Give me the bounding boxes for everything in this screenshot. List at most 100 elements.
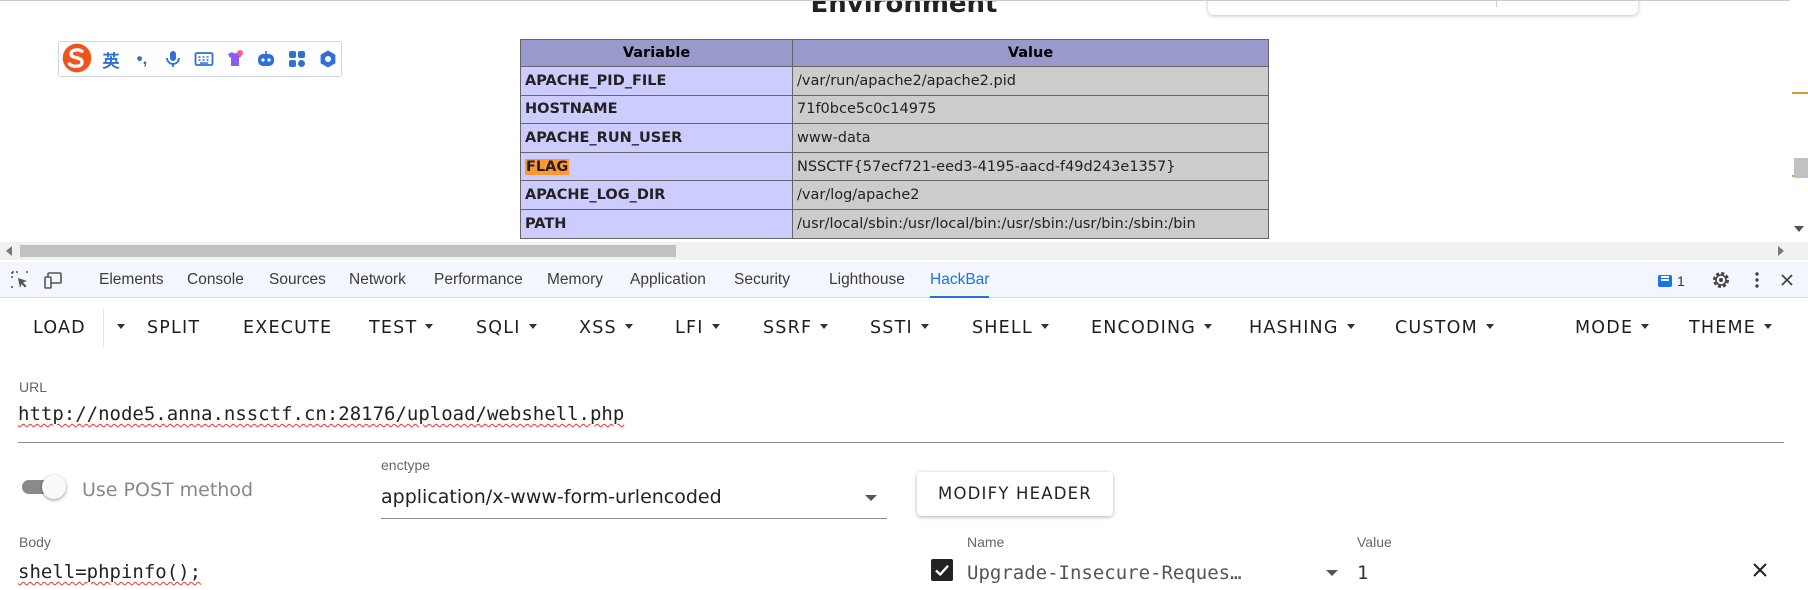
hackbar-toolbar: LOAD SPLIT EXECUTE TEST SQLI XSS LFI SSR… (0, 299, 1808, 357)
hashing-menu-label: HASHING (1249, 318, 1339, 338)
chevron-down-icon (1485, 323, 1494, 329)
vertical-scroll-thumb[interactable] (1794, 158, 1808, 178)
chevron-down-icon (1204, 323, 1213, 329)
punctuation-toggle[interactable]: •, (129, 47, 155, 71)
lfi-menu-label: LFI (675, 318, 704, 338)
chevron-down-icon (624, 323, 633, 329)
post-method-label: Use POST method (82, 479, 254, 501)
theme-menu-label: THEME (1689, 318, 1757, 338)
scroll-left-arrow-icon[interactable] (6, 246, 12, 256)
tab-performance[interactable]: Performance (434, 262, 523, 298)
theme-menu[interactable]: THEME (1689, 316, 1773, 340)
test-menu-label: TEST (369, 318, 418, 338)
page-viewport: Environment 英 •, Variable Value APACHE_P… (0, 0, 1808, 242)
chevron-down-icon (528, 323, 537, 329)
checkmark-icon (935, 565, 949, 577)
tab-elements[interactable]: Elements (99, 262, 164, 298)
table-row: APACHE_LOG_DIR /var/log/apache2 (520, 180, 1269, 210)
lfi-menu[interactable]: LFI (675, 316, 720, 340)
keyboard-icon[interactable] (191, 47, 217, 71)
execute-button[interactable]: EXECUTE (243, 316, 332, 340)
hashing-menu[interactable]: HASHING (1249, 316, 1355, 340)
skin-icon[interactable] (222, 47, 248, 71)
ime-toolbar[interactable]: 英 •, (58, 41, 342, 77)
test-menu[interactable]: TEST (369, 316, 434, 340)
column-header-variable: Variable (520, 39, 793, 67)
tab-sources[interactable]: Sources (269, 262, 326, 298)
column-header-value: Value (792, 39, 1269, 67)
shell-menu-label: SHELL (972, 318, 1033, 338)
table-header-row: Variable Value (520, 39, 1269, 67)
table-row: PATH /usr/local/sbin:/usr/local/bin:/usr… (520, 208, 1269, 239)
load-options-dropdown[interactable] (109, 316, 125, 340)
horizontal-scroll-thumb[interactable] (20, 245, 676, 257)
env-key: APACHE_PID_FILE (520, 66, 793, 96)
env-key: PATH (520, 208, 793, 239)
enctype-label: enctype (381, 457, 431, 473)
shell-menu[interactable]: SHELL (972, 316, 1049, 340)
issues-counter[interactable]: 1 (1658, 271, 1685, 291)
custom-menu-label: CUSTOM (1395, 318, 1478, 338)
header-name-select[interactable]: Upgrade-Insecure-Reques… (967, 562, 1242, 584)
env-value: /var/run/apache2/apache2.pid (792, 66, 1269, 96)
enctype-value: application/x-www-form-urlencoded (381, 486, 722, 508)
more-options-icon[interactable] (1747, 270, 1767, 290)
encoding-menu[interactable]: ENCODING (1091, 316, 1213, 340)
chevron-down-icon (1641, 323, 1650, 329)
env-value: 71f0bce5c0c14975 (792, 94, 1269, 125)
env-key: APACHE_RUN_USER (520, 123, 793, 153)
scroll-down-arrow-icon[interactable] (1794, 226, 1804, 232)
vertical-scrollbar[interactable] (1790, 0, 1808, 242)
xss-menu[interactable]: XSS (579, 316, 633, 340)
tab-memory[interactable]: Memory (547, 262, 603, 298)
xss-menu-label: XSS (579, 318, 617, 338)
split-button[interactable]: SPLIT (147, 316, 200, 340)
inspect-element-icon[interactable] (10, 270, 30, 290)
horizontal-scrollbar[interactable] (0, 242, 1808, 260)
body-input[interactable]: shell=phpinfo(); (18, 561, 201, 583)
custom-menu[interactable]: CUSTOM (1395, 316, 1494, 340)
settings-icon[interactable] (315, 47, 341, 71)
environment-table: Variable Value APACHE_PID_FILE /var/run/… (520, 39, 1269, 239)
tab-hackbar[interactable]: HackBar (930, 262, 990, 298)
robot-icon[interactable] (253, 47, 279, 71)
ssti-menu[interactable]: SSTI (870, 316, 929, 340)
header-value-input[interactable]: 1 (1357, 562, 1368, 584)
header-value-label: Value (1357, 534, 1392, 550)
header-name-label: Name (967, 534, 1005, 550)
chevron-down-icon (1764, 323, 1773, 329)
microphone-icon[interactable] (160, 47, 186, 71)
language-toggle[interactable]: 英 (98, 47, 124, 71)
enctype-select[interactable]: application/x-www-form-urlencoded (381, 477, 887, 519)
apps-grid-icon[interactable] (284, 47, 310, 71)
issues-icon (1658, 275, 1672, 287)
tab-network[interactable]: Network (349, 262, 406, 298)
env-key: HOSTNAME (520, 94, 793, 125)
search-highlight: FLAG (525, 158, 570, 175)
tab-application[interactable]: Application (630, 262, 706, 298)
chevron-down-icon (865, 495, 877, 501)
tab-security[interactable]: Security (734, 262, 790, 298)
post-method-toggle[interactable] (20, 472, 70, 502)
scroll-right-arrow-icon[interactable] (1778, 246, 1784, 256)
close-devtools-icon[interactable] (1777, 270, 1797, 290)
header-enabled-checkbox[interactable] (931, 559, 953, 581)
browser-window: Environment 英 •, Variable Value APACHE_P… (0, 0, 1808, 590)
device-toolbar-icon[interactable] (43, 270, 63, 290)
tab-console[interactable]: Console (187, 262, 244, 298)
sqli-menu[interactable]: SQLI (476, 316, 537, 340)
url-input[interactable]: http://node5.anna.nssctf.cn:28176/upload… (18, 403, 1784, 443)
modify-header-button[interactable]: MODIFY HEADER (917, 472, 1113, 516)
load-button[interactable]: LOAD (33, 316, 86, 340)
tab-lighthouse[interactable]: Lighthouse (829, 262, 905, 298)
hackbar-panel: LOAD SPLIT EXECUTE TEST SQLI XSS LFI SSR… (0, 299, 1808, 590)
chevron-down-icon[interactable] (1326, 570, 1338, 576)
sogou-logo-icon[interactable] (61, 39, 93, 77)
sqli-menu-label: SQLI (476, 318, 521, 338)
mode-menu[interactable]: MODE (1575, 316, 1650, 340)
chevron-down-icon (711, 323, 720, 329)
ssrf-menu[interactable]: SSRF (763, 316, 829, 340)
table-row: APACHE_RUN_USER www-data (520, 123, 1269, 153)
gear-icon[interactable] (1711, 270, 1731, 290)
close-icon[interactable] (1751, 561, 1769, 579)
